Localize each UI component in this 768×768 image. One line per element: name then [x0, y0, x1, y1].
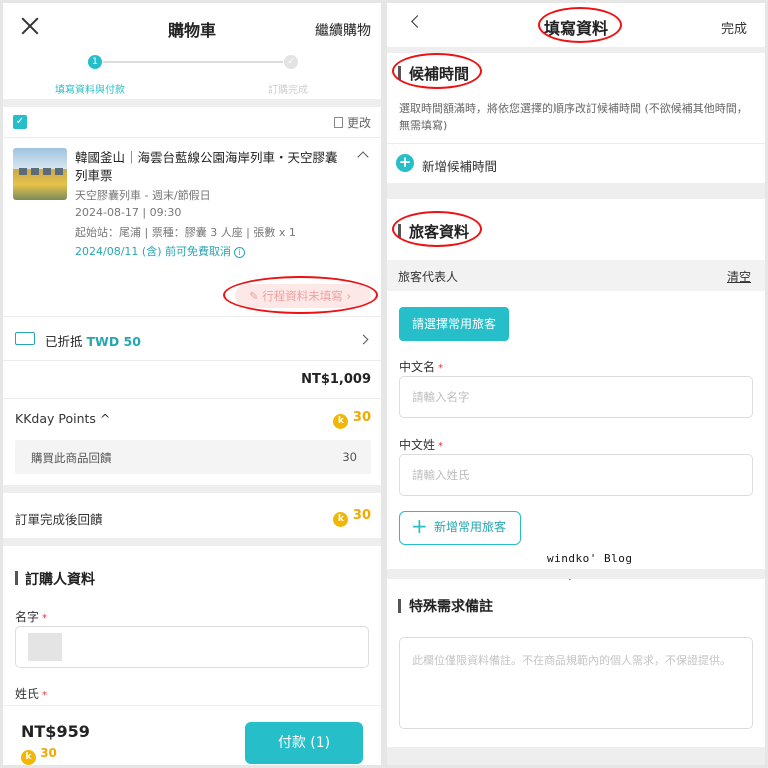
train-window-graphic — [19, 168, 27, 175]
choose-traveler-button[interactable]: 請選擇常用旅客 — [399, 307, 509, 341]
points-coin-icon: k — [333, 414, 349, 429]
points-total: k 30 — [333, 410, 371, 429]
pay-button[interactable]: 付款 (1) — [245, 722, 363, 764]
divider — [387, 47, 765, 53]
coupon-row[interactable]: 已折抵 TWD 50 — [13, 330, 373, 352]
waitlist-description: 選取時間額滿時，將依您選擇的順序改訂候補時間 (不欲候補其他時間，無需填寫) — [399, 102, 748, 132]
last-name-label: 姓氏 * — [15, 687, 48, 701]
checkout-stepper: 1 ✓ 填寫資料與付款 訂購完成 — [3, 55, 381, 99]
divider — [3, 398, 381, 399]
points-title: KKday Points — [15, 411, 96, 426]
product-datetime: 2024-08-17 | 09:30 — [75, 206, 182, 219]
chevron-right-icon — [358, 334, 369, 345]
points-toggle[interactable]: KKday Points ^ — [15, 411, 110, 426]
train-window-graphic — [43, 168, 51, 175]
step-connector — [103, 61, 283, 63]
reward-label: 購買此商品回饋 — [31, 451, 112, 465]
after-order-reward: k 30 — [333, 508, 371, 527]
after-order-reward-label: 訂單完成後回饋 — [15, 512, 103, 527]
product-details: 起始站：尾浦 | 票種：膠囊 3 人座 | 張數 x 1 — [75, 226, 296, 239]
divider — [3, 538, 381, 546]
divider — [387, 747, 765, 765]
divider — [387, 143, 765, 144]
chevron-up-icon[interactable] — [357, 151, 369, 163]
cn-last-name-label-text: 中文姓 — [399, 438, 436, 452]
bottom-points: k 30 — [21, 746, 57, 765]
cn-last-name-placeholder: 請輸入姓氏 — [412, 468, 470, 482]
redacted-value — [28, 633, 62, 661]
chevron-up-icon: ^ — [99, 411, 111, 426]
clear-button[interactable]: 清空 — [727, 268, 751, 285]
cn-last-name-input[interactable]: 請輸入姓氏 — [399, 454, 753, 496]
add-traveler-button[interactable]: 新增常用旅客 — [399, 511, 521, 545]
bottom-points-value: 30 — [40, 746, 57, 760]
after-order-reward-value: 30 — [352, 508, 371, 523]
info-icon[interactable]: i — [233, 247, 245, 258]
done-button[interactable]: 完成 — [721, 18, 747, 37]
select-item-checkbox[interactable]: ✓ — [13, 115, 27, 129]
coupon-label: 已折抵 TWD 50 — [45, 331, 141, 350]
divider — [3, 137, 381, 138]
cart-header: 購物車 繼續購物 — [3, 3, 381, 49]
divider — [3, 485, 381, 493]
divider — [387, 569, 765, 579]
special-request-title: 特殊需求備註 — [398, 596, 493, 616]
special-request-textarea[interactable]: 此欄位僅限資料備註。不在商品規範內的個人需求，不保證提供。 — [399, 637, 753, 729]
first-name-label-text: 名字 — [15, 610, 40, 624]
points-coin-icon: k — [21, 750, 36, 765]
train-window-graphic — [31, 168, 39, 175]
cart-screen: 購物車 繼續購物 1 ✓ 填寫資料與付款 訂購完成 ✓ 更改 韓國釜山｜海雲台藍… — [3, 3, 381, 765]
step-1-indicator: 1 — [88, 55, 102, 69]
cn-first-name-placeholder: 請輸入名字 — [412, 390, 470, 404]
watermark-title: windko' Blog — [547, 552, 633, 565]
divider — [3, 360, 381, 361]
points-coin-icon: k — [333, 512, 349, 527]
first-name-input[interactable] — [15, 626, 369, 668]
step-2-indicator: ✓ — [284, 55, 298, 69]
cn-first-name-label-text: 中文名 — [399, 360, 436, 374]
train-window-graphic — [55, 168, 63, 175]
cn-first-name-label: 中文名 * — [399, 360, 444, 374]
divider — [387, 183, 765, 199]
coupon-prefix: 已折抵 — [45, 334, 83, 349]
first-name-label: 名字 * — [15, 610, 48, 624]
divider — [3, 99, 381, 107]
ticket-icon — [15, 332, 35, 345]
special-request-placeholder: 此欄位僅限資料備註。不在商品規範內的個人需求，不保證提供。 — [412, 654, 731, 667]
step-1-label: 填寫資料與付款 — [55, 85, 125, 96]
product-title[interactable]: 韓國釜山｜海雲台藍線公園海岸列車・天空膠囊列車票 — [75, 149, 345, 185]
annotation-circle — [392, 53, 482, 89]
product-thumbnail[interactable] — [13, 148, 67, 200]
divider — [3, 316, 381, 317]
free-cancel-text: 2024/08/11 (含) 前可免費取消 — [75, 245, 231, 258]
total-price: NT$959 — [21, 722, 90, 741]
checkout-bar: NT$959 k 30 付款 (1) — [3, 705, 381, 765]
annotation-circle — [223, 276, 378, 314]
step-2-label: 訂購完成 — [268, 85, 308, 96]
reward-value: 30 — [342, 450, 357, 464]
annotation-circle — [392, 211, 482, 247]
last-name-label-text: 姓氏 — [15, 687, 40, 701]
continue-shopping-link[interactable]: 繼續購物 — [315, 20, 371, 40]
buyer-section-title: 訂購人資料 — [15, 569, 95, 589]
edit-label: 更改 — [346, 116, 371, 130]
add-waitlist-button[interactable]: 新增候補時間 — [422, 156, 497, 175]
annotation-circle — [538, 7, 622, 43]
traveler-rep-label: 旅客代表人 — [398, 270, 459, 284]
plus-icon[interactable]: + — [396, 154, 414, 172]
points-total-value: 30 — [352, 410, 371, 425]
document-icon — [333, 117, 343, 128]
cn-last-name-label: 中文姓 * — [399, 438, 444, 452]
product-package: 天空膠囊列車 - 週末/節假日 — [75, 189, 211, 202]
free-cancel-note: 2024/08/11 (含) 前可免費取消 i — [75, 243, 245, 259]
subtotal-amount: NT$1,009 — [301, 372, 371, 387]
points-reward-box: 購買此商品回饋 30 — [15, 440, 371, 474]
cn-first-name-input[interactable]: 請輸入名字 — [399, 376, 753, 418]
traveler-rep-row: 旅客代表人 清空 — [387, 260, 765, 291]
coupon-amount: TWD 50 — [86, 334, 141, 349]
edit-button[interactable]: 更改 — [333, 114, 371, 131]
fill-info-screen: 填寫資料 完成 候補時間 選取時間額滿時，將依您選擇的順序改訂候補時間 (不欲候… — [387, 3, 765, 765]
